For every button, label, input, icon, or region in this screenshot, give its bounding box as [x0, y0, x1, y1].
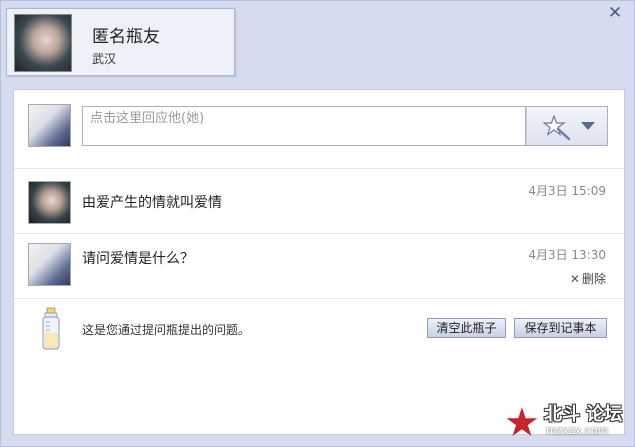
save-to-notebook-button[interactable]: 保存到记事本	[514, 318, 607, 338]
message-time: 4月3日 15:09	[528, 184, 606, 198]
avatar[interactable]	[28, 181, 71, 224]
delete-label: 删除	[581, 272, 606, 286]
profile-city: 武汉	[92, 52, 117, 66]
message-text: 请问爱情是什么？	[82, 251, 194, 267]
reply-input[interactable]	[82, 106, 526, 146]
avatar	[28, 243, 71, 286]
magic-wand-icon	[543, 115, 571, 141]
list-item: 由爱产生的情就叫爱情 4月3日 15:09	[14, 169, 624, 234]
message-time: 4月3日 13:30	[528, 248, 606, 262]
delete-button[interactable]: ✕ 删除	[570, 270, 606, 287]
my-avatar	[28, 104, 71, 147]
message-text: 由爱产生的情就叫爱情	[82, 195, 222, 211]
clear-bottle-button[interactable]: 清空此瓶子	[427, 318, 506, 338]
profile-name: 匿名瓶友	[92, 27, 160, 47]
conversation-panel: 由爱产生的情就叫爱情 4月3日 15:09 请问爱情是什么？ 4月3日 13:3…	[13, 89, 625, 435]
bottle-icon	[42, 307, 60, 350]
message-dialog: ✕ 匿名瓶友 武汉 由爱产生的情就叫爱情 4月3日 15:09 请问爱情是什么	[0, 0, 635, 447]
emoji-picker-button[interactable]	[526, 106, 608, 146]
watermark-logo: ★ 北斗 论坛 mzxzx.com	[504, 396, 634, 446]
close-icon[interactable]: ✕	[606, 4, 624, 22]
profile-card: 匿名瓶友 武汉	[6, 8, 235, 76]
watermark-url: mzxzx.com	[546, 424, 609, 437]
close-icon: ✕	[569, 272, 580, 286]
list-item: 请问爱情是什么？ 4月3日 13:30 ✕ 删除	[14, 234, 624, 299]
star-icon: ★	[504, 400, 540, 446]
footer-note: 这是您通过提问瓶提出的问题。	[82, 323, 251, 337]
bottle-footer: 这是您通过提问瓶提出的问题。 清空此瓶子 保存到记事本	[14, 299, 624, 379]
avatar[interactable]	[14, 14, 72, 72]
chevron-down-icon	[581, 122, 595, 130]
watermark-brand: 北斗 论坛	[544, 404, 623, 425]
reply-row	[14, 90, 624, 169]
